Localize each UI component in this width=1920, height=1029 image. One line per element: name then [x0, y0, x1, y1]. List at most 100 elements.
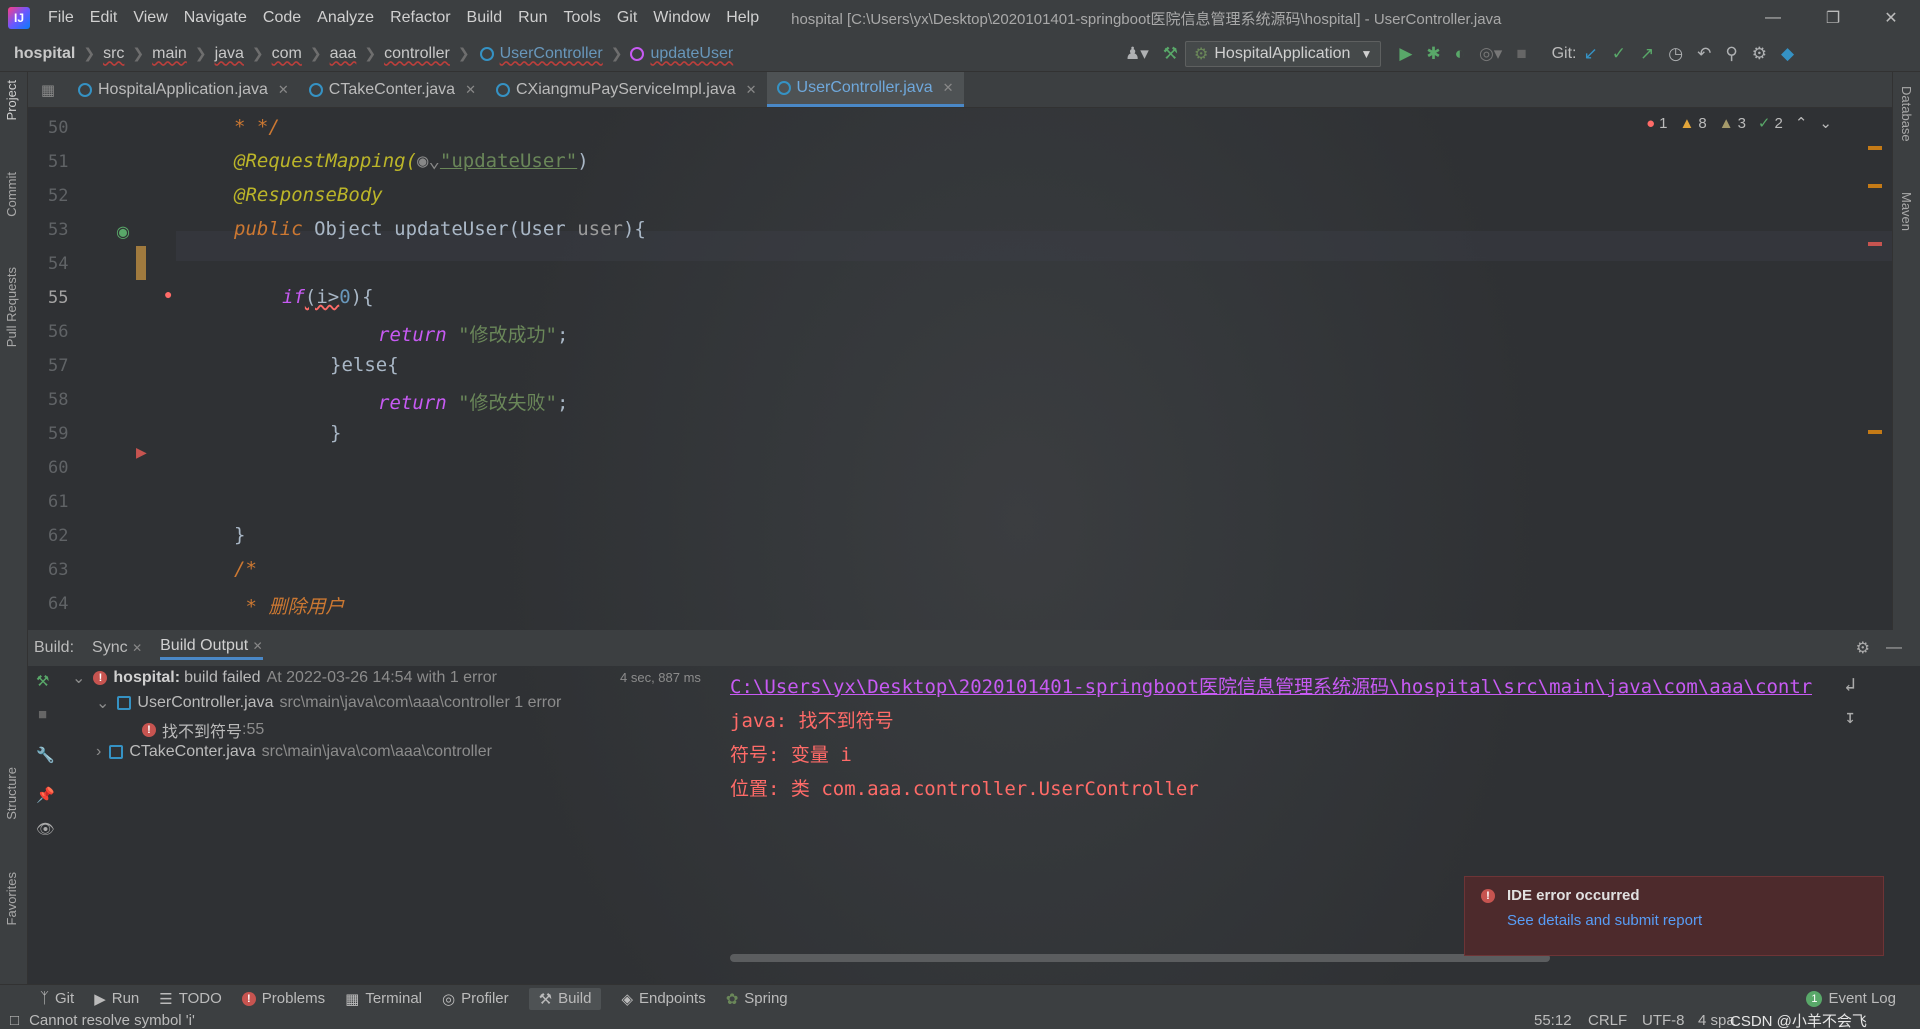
profile-icon[interactable]: ◎▾ [1479, 44, 1502, 64]
search-icon[interactable]: ⚲ [1725, 44, 1737, 64]
profiler-tool-button[interactable]: ◎ Profiler [442, 990, 509, 1008]
scroll-error-marker[interactable] [1868, 242, 1882, 246]
breadcrumb-class[interactable]: UserController [500, 45, 603, 63]
chevron-down-icon[interactable]: ⌄ [72, 668, 85, 688]
tab-ctakeconter[interactable]: CTakeConter.java ✕ [299, 72, 486, 107]
build-hammer-icon[interactable]: ⚒ [1163, 44, 1178, 64]
commit-tool-tab[interactable]: Commit [4, 172, 19, 217]
file-encoding[interactable]: UTF-8 [1642, 1012, 1685, 1029]
code-editor[interactable]: 50 51 52 53 54 55 56 57 58 59 60 61 62 6… [28, 108, 1892, 628]
breadcrumb-com[interactable]: com [272, 45, 302, 63]
run-configuration-select[interactable]: ⚙ HospitalApplication ▼ [1185, 41, 1382, 67]
wrench-icon[interactable]: 🔧 [36, 746, 55, 764]
build-hammer-icon[interactable]: ⚒ [36, 672, 49, 690]
ide-error-notification[interactable]: ! IDE error occurred See details and sub… [1464, 876, 1884, 956]
tree-root[interactable]: ⌄ ! hospital: build failed At 2022-03-26… [72, 668, 497, 688]
breadcrumb-main[interactable]: main [152, 45, 187, 63]
git-commit-icon[interactable]: ✓ [1612, 44, 1626, 64]
pin-icon[interactable]: 📌 [36, 786, 55, 804]
output-file-link[interactable]: C:\Users\yx\Desktop\2020101401-springboo… [730, 672, 1812, 699]
database-tool-tab[interactable]: Database [1899, 86, 1914, 142]
breadcrumb-java[interactable]: java [215, 45, 244, 63]
endpoints-tool-button[interactable]: ◈ Endpoints [621, 990, 705, 1008]
project-tool-tab[interactable]: Project [4, 80, 19, 120]
favorites-tool-tab[interactable]: Favorites [4, 872, 19, 925]
git-update-icon[interactable]: ↙ [1584, 44, 1598, 64]
menu-analyze[interactable]: Analyze [309, 9, 382, 27]
coverage-icon[interactable]: ◐ [1455, 44, 1465, 64]
tree-error-item[interactable]: ! 找不到符号 :55 [142, 718, 264, 742]
menu-window[interactable]: Window [645, 9, 718, 27]
menu-build[interactable]: Build [459, 9, 511, 27]
menu-code[interactable]: Code [255, 9, 309, 27]
structure-tool-tab[interactable]: Structure [4, 767, 19, 820]
hide-panel-icon[interactable]: — [1886, 639, 1902, 657]
git-push-icon[interactable]: ↗ [1640, 44, 1654, 64]
scroll-to-end-icon[interactable]: ↧ [1845, 706, 1856, 728]
close-window-button[interactable]: ✕ [1862, 0, 1920, 36]
error-bulb-icon[interactable]: ● [164, 286, 172, 302]
tree-file-ctakeconter[interactable]: › CTakeConter.java src\main\java\com\aaa… [96, 743, 492, 761]
user-icon[interactable]: ♟▾ [1125, 44, 1149, 64]
maven-tool-tab[interactable]: Maven [1899, 192, 1914, 231]
horizontal-scrollbar[interactable] [730, 954, 1550, 962]
settings-gear-icon[interactable]: ⚙ [1856, 638, 1870, 658]
tab-build-output[interactable]: Build Output ✕ [160, 637, 263, 660]
menu-help[interactable]: Help [718, 9, 767, 27]
stop-icon[interactable]: ■ [1516, 44, 1526, 64]
rollback-icon[interactable]: ↶ [1697, 44, 1711, 64]
menu-navigate[interactable]: Navigate [176, 9, 255, 27]
submit-report-link[interactable]: See details and submit report [1507, 912, 1867, 929]
event-log-button[interactable]: 1 Event Log [1806, 990, 1896, 1007]
scroll-marker[interactable] [1868, 146, 1882, 150]
tab-cxiangmupayserviceimpl[interactable]: CXiangmuPayServiceImpl.java ✕ [486, 72, 767, 107]
build-tree[interactable]: ⌄ ! hospital: build failed At 2022-03-26… [62, 666, 712, 966]
breadcrumb-method[interactable]: updateUser [650, 45, 733, 63]
menu-edit[interactable]: Edit [82, 9, 126, 27]
git-tool-button[interactable]: ᛉ Git [40, 990, 74, 1007]
chevron-down-icon[interactable]: ⌄ [1819, 114, 1832, 132]
restore-button[interactable]: ❐ [1804, 0, 1862, 36]
chevron-up-icon[interactable]: ⌃ [1795, 114, 1808, 132]
chevron-right-icon[interactable]: › [96, 743, 101, 761]
tree-file-usercontroller[interactable]: ⌄ UserController.java src\main\java\com\… [96, 693, 561, 713]
gear-icon[interactable]: ⚙ [1752, 44, 1767, 64]
breadcrumb-src[interactable]: src [103, 45, 124, 63]
breadcrumb-project[interactable]: hospital [14, 45, 75, 63]
scroll-marker[interactable] [1868, 430, 1882, 434]
breadcrumb-controller[interactable]: controller [384, 45, 450, 63]
tab-hospital-application[interactable]: HospitalApplication.java ✕ [68, 72, 299, 107]
line-separator[interactable]: CRLF [1588, 1012, 1627, 1029]
stop-icon[interactable]: ■ [38, 706, 47, 723]
menu-file[interactable]: File [40, 9, 82, 27]
pull-requests-tool-tab[interactable]: Pull Requests [4, 267, 19, 347]
run-icon[interactable]: ▶ [1399, 44, 1412, 64]
terminal-tool-button[interactable]: ▦ Terminal [345, 990, 422, 1008]
problems-tool-button[interactable]: ! Problems [241, 990, 325, 1007]
inspection-widget[interactable]: ● 1 ▲ 8 ▲ 3 ✓ 2 ⌃ ⌄ [1634, 108, 1832, 138]
tab-menu-icon[interactable]: ▦ [28, 72, 68, 107]
menu-refactor[interactable]: Refactor [382, 9, 458, 27]
tab-usercontroller[interactable]: UserController.java ✕ [766, 72, 964, 107]
endpoint-gutter-icon[interactable]: ◉ [116, 222, 130, 242]
breadcrumb-aaa[interactable]: aaa [330, 45, 357, 63]
debug-icon[interactable]: ✱ [1426, 44, 1440, 64]
menu-run[interactable]: Run [510, 9, 555, 27]
minimize-button[interactable]: — [1744, 0, 1802, 36]
menu-tools[interactable]: Tools [555, 9, 608, 27]
close-icon[interactable]: ✕ [746, 82, 757, 98]
menu-git[interactable]: Git [609, 9, 645, 27]
close-icon[interactable]: ✕ [943, 80, 954, 96]
close-icon[interactable]: ✕ [465, 82, 476, 98]
build-tool-button[interactable]: ⚒ Build [528, 987, 602, 1010]
menu-view[interactable]: View [125, 9, 175, 27]
scroll-marker[interactable] [1868, 184, 1882, 188]
run-tool-button[interactable]: ▶ Run [94, 990, 139, 1008]
close-icon[interactable]: ✕ [132, 641, 142, 655]
close-icon[interactable]: ✕ [253, 639, 263, 653]
spring-tool-button[interactable]: ✿ Spring [726, 990, 788, 1008]
status-toggle-icon[interactable]: □ [10, 1012, 19, 1029]
tab-sync[interactable]: Sync ✕ [92, 639, 142, 657]
close-icon[interactable]: ✕ [278, 82, 289, 98]
history-icon[interactable]: ◷ [1668, 44, 1683, 64]
